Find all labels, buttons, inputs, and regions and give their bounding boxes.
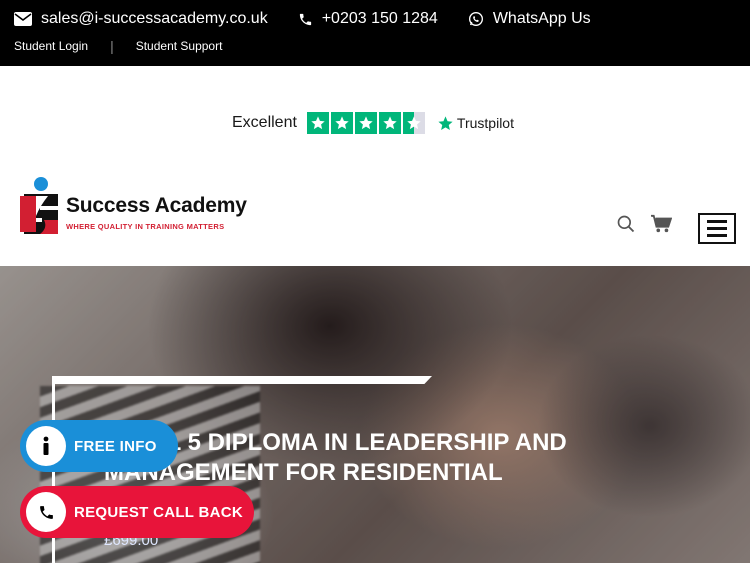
whatsapp-link[interactable]: WhatsApp Us — [468, 10, 591, 28]
trustpilot-rating-label: Excellent — [232, 114, 297, 131]
trustpilot-stars — [306, 112, 427, 134]
trustpilot-brand: Trustpilot — [437, 115, 514, 132]
logo-name: Success Academy — [66, 194, 247, 217]
phone-icon — [299, 13, 311, 25]
cart-icon[interactable] — [650, 214, 672, 234]
trustpilot-brand-text: Trustpilot — [456, 115, 514, 131]
envelope-icon — [14, 12, 32, 26]
header-icons — [616, 214, 672, 234]
request-call-back-button[interactable]: REQUEST CALL BACK — [20, 486, 254, 538]
free-info-button[interactable]: FREE INFO — [20, 420, 178, 472]
request-call-back-label: REQUEST CALL BACK — [74, 503, 243, 521]
star-icon — [354, 112, 377, 134]
trustpilot-star-icon — [438, 115, 453, 130]
whatsapp-icon — [468, 12, 483, 26]
logo-mark-icon — [20, 177, 58, 234]
phone-link[interactable]: +0203 150 1284 — [298, 10, 438, 28]
whatsapp-text: WhatsApp Us — [492, 10, 591, 27]
star-icon — [330, 112, 353, 134]
student-support-link[interactable]: Student Support — [136, 39, 223, 53]
star-icon — [306, 112, 329, 134]
half-star-icon — [402, 112, 425, 134]
site-logo[interactable]: Success Academy WHERE QUALITY IN TRAININ… — [18, 176, 247, 236]
top-bar: sales@i-successacademy.co.uk +0203 150 1… — [0, 0, 750, 66]
logo-tagline: WHERE QUALITY IN TRAINING MATTERS — [66, 222, 225, 231]
star-icon — [378, 112, 401, 134]
link-separator: | — [110, 38, 114, 54]
menu-button[interactable] — [698, 213, 736, 244]
hero-accent-bar — [52, 376, 432, 384]
email-link[interactable]: sales@i-successacademy.co.uk — [14, 10, 268, 28]
contact-row: sales@i-successacademy.co.uk +0203 150 1… — [14, 10, 621, 28]
student-login-link[interactable]: Student Login — [14, 39, 88, 53]
trustpilot-widget[interactable]: Excellent Trustpilot — [232, 112, 514, 134]
menu-bar — [707, 227, 727, 230]
search-icon[interactable] — [616, 214, 636, 234]
phone-icon — [26, 492, 66, 532]
menu-bar — [707, 220, 727, 223]
free-info-label: FREE INFO — [74, 437, 157, 455]
phone-text: +0203 150 1284 — [321, 10, 438, 27]
account-links: Student Login | Student Support — [14, 38, 222, 54]
email-text: sales@i-successacademy.co.uk — [41, 10, 268, 27]
menu-bar — [707, 234, 727, 237]
info-icon — [26, 426, 66, 466]
